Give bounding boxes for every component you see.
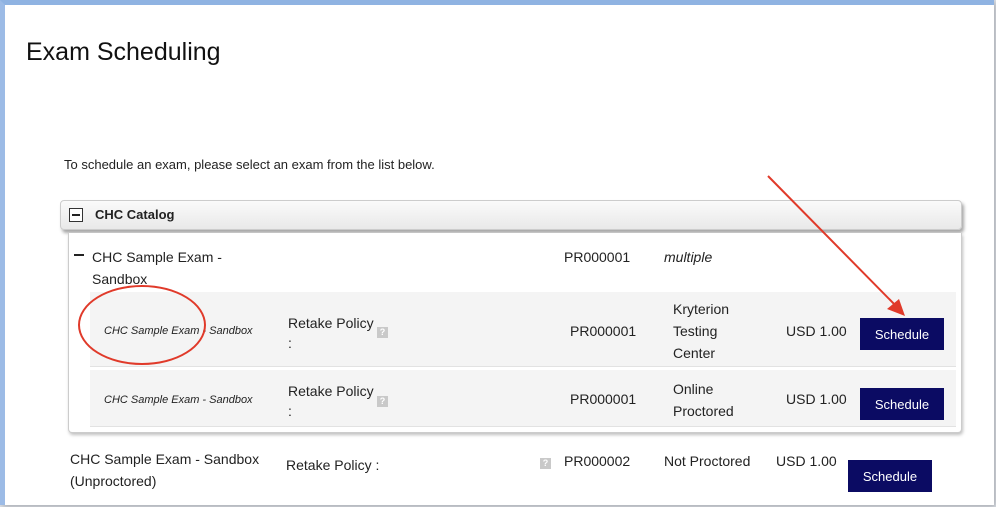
annotation-arrow-head <box>887 299 905 316</box>
annotation-arrow-line <box>767 175 899 309</box>
annotation-arrow <box>767 175 905 316</box>
